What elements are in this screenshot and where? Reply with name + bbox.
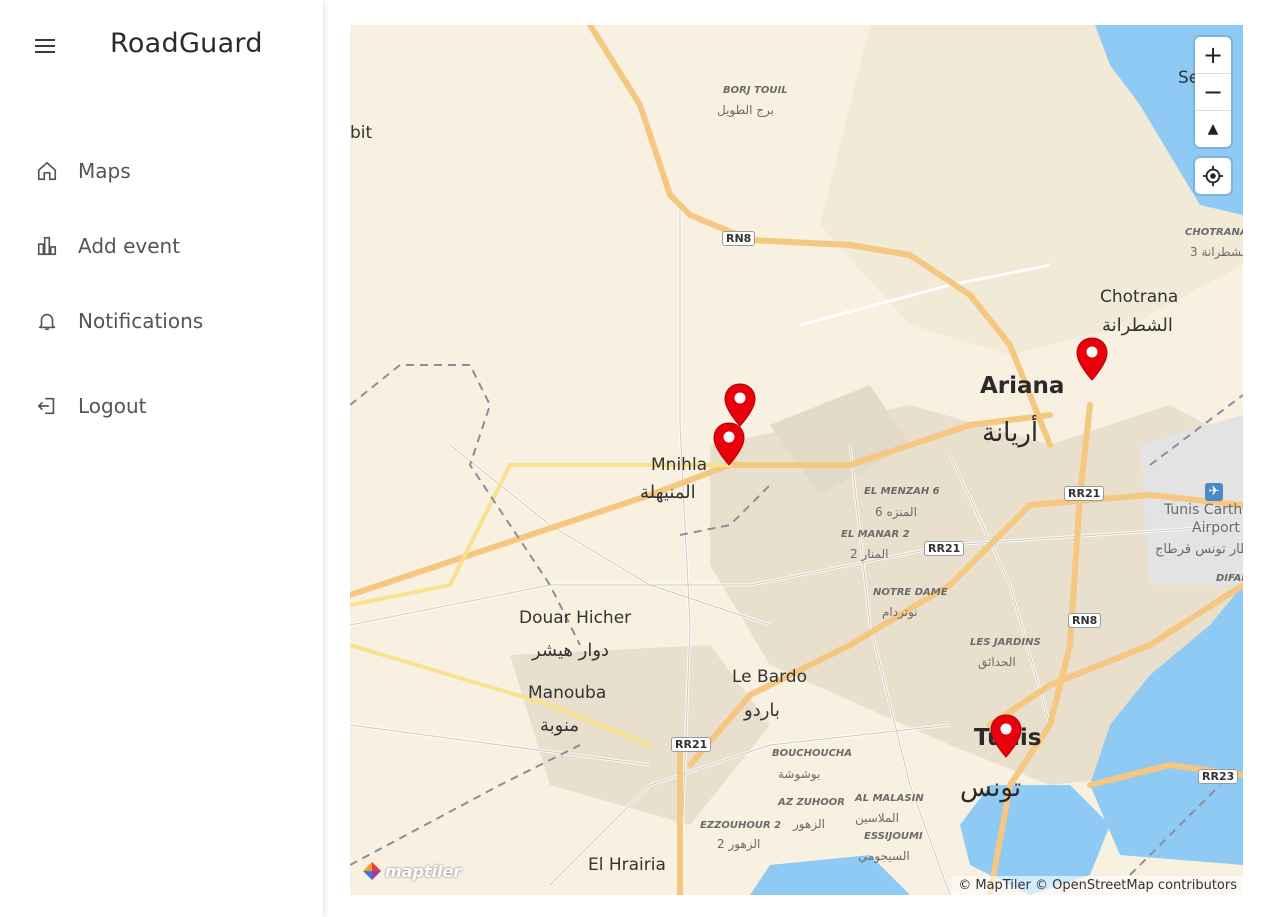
map-label: المنار 2 <box>850 547 889 561</box>
map-label: السيجومي <box>858 849 910 863</box>
bar-chart-icon <box>36 235 58 257</box>
maptiler-logo-text: maptiler <box>385 861 462 881</box>
map-label: Airport <box>1192 520 1240 536</box>
map-label: Mnihla <box>651 455 708 475</box>
map-label: Chotrana <box>1100 287 1179 307</box>
map-label: EL MENZAH 6 <box>864 486 940 497</box>
zoom-in-button[interactable]: + <box>1195 37 1231 74</box>
map-label: برج الطويل <box>717 103 774 117</box>
map-navigation-controls: + − ▲ <box>1195 37 1231 147</box>
map-label: الزهور <box>793 817 825 831</box>
map-attribution[interactable]: © MapTiler © OpenStreetMap contributors <box>952 876 1243 895</box>
map-view[interactable]: BORJ TOUIL برج الطويل bit Chotrana الشطر… <box>350 25 1243 895</box>
map-label: Douar Hicher <box>519 608 632 628</box>
map-label: ESSIJOUMI <box>864 831 923 842</box>
map-label: NOTRE DAME <box>873 587 948 598</box>
road-shield: RR23 <box>1198 769 1239 784</box>
road-shield: RN8 <box>722 231 756 246</box>
map-label: تونس <box>960 773 1022 803</box>
map-label: المنزه 6 <box>875 505 917 519</box>
map-label: دوار هيشر <box>532 640 610 661</box>
locate-icon <box>1202 165 1224 187</box>
map-label: منوبة <box>540 715 580 736</box>
road-shield: RR21 <box>671 737 712 752</box>
maptiler-logo[interactable]: maptiler <box>362 861 461 881</box>
logout-icon <box>36 395 58 417</box>
map-label: الشطرانة 3 <box>1190 245 1243 259</box>
map-label: BORJ TOUIL <box>723 85 788 96</box>
map-label: أريانة <box>982 418 1039 448</box>
compass-button[interactable]: ▲ <box>1195 111 1231 147</box>
map-label: CHOTRANA <box>1185 227 1243 238</box>
map-label: Manouba <box>528 683 607 703</box>
sidebar-item-logout[interactable]: Logout <box>36 389 296 423</box>
map-marker[interactable] <box>1075 336 1109 382</box>
road-shield: RR21 <box>924 541 965 556</box>
map-label: AL MALASIN <box>855 793 924 804</box>
map-label: بوشوشة <box>778 767 821 781</box>
geolocate-control <box>1195 158 1231 194</box>
map-label: EL MANAR 2 <box>841 529 910 540</box>
geolocate-button[interactable] <box>1195 158 1231 194</box>
map-label: الملاسين <box>855 811 899 825</box>
map-label: باردو <box>744 700 780 721</box>
map-label: EZZOUHOUR 2 <box>700 820 782 831</box>
map-label: الشطرانة <box>1102 315 1173 336</box>
sidebar-item-maps[interactable]: Maps <box>36 154 296 188</box>
map-label: El Hrairia <box>588 855 666 875</box>
sidebar-item-label: Notifications <box>78 309 204 333</box>
map-label: المنيهلة <box>640 482 696 503</box>
road-shield: RN8 <box>1068 613 1102 628</box>
sidebar-item-label: Add event <box>78 234 181 258</box>
map-label: Tunis Carthage <box>1164 502 1243 518</box>
map-label: نوتردام <box>882 605 918 619</box>
sidebar-item-label: Logout <box>78 394 147 418</box>
sidebar-item-notifications[interactable]: Notifications <box>36 304 296 338</box>
sidebar: RoadGuard Maps Add event Notifications L… <box>0 0 323 917</box>
map-label: DIFAF <box>1216 573 1243 584</box>
map-label: مطار تونس قرطاج <box>1155 542 1243 557</box>
map-label: bit <box>350 123 373 143</box>
map-label: Le Bardo <box>732 667 807 687</box>
map-label: الزهور 2 <box>717 837 761 851</box>
maptiler-logo-icon <box>363 862 381 880</box>
map-marker[interactable] <box>989 713 1023 759</box>
map-base-layer <box>350 25 1243 895</box>
map-label: BOUCHOUCHA <box>772 748 853 759</box>
map-label: AZ ZUHOOR <box>778 797 845 808</box>
compass-icon: ▲ <box>1207 121 1219 137</box>
sidebar-item-add-event[interactable]: Add event <box>36 229 296 263</box>
map-label: الحدائق <box>978 655 1016 669</box>
map-marker[interactable] <box>712 421 746 467</box>
road-shield: RR21 <box>1064 486 1105 501</box>
airport-icon: ✈ <box>1205 483 1223 501</box>
app-title: RoadGuard <box>110 28 263 59</box>
bell-icon <box>36 310 58 332</box>
sidebar-item-label: Maps <box>78 159 131 183</box>
zoom-out-button[interactable]: − <box>1195 74 1231 111</box>
menu-icon[interactable] <box>35 37 55 53</box>
map-label: LES JARDINS <box>970 637 1041 648</box>
home-icon <box>36 160 58 182</box>
map-label: Ariana <box>980 373 1065 399</box>
